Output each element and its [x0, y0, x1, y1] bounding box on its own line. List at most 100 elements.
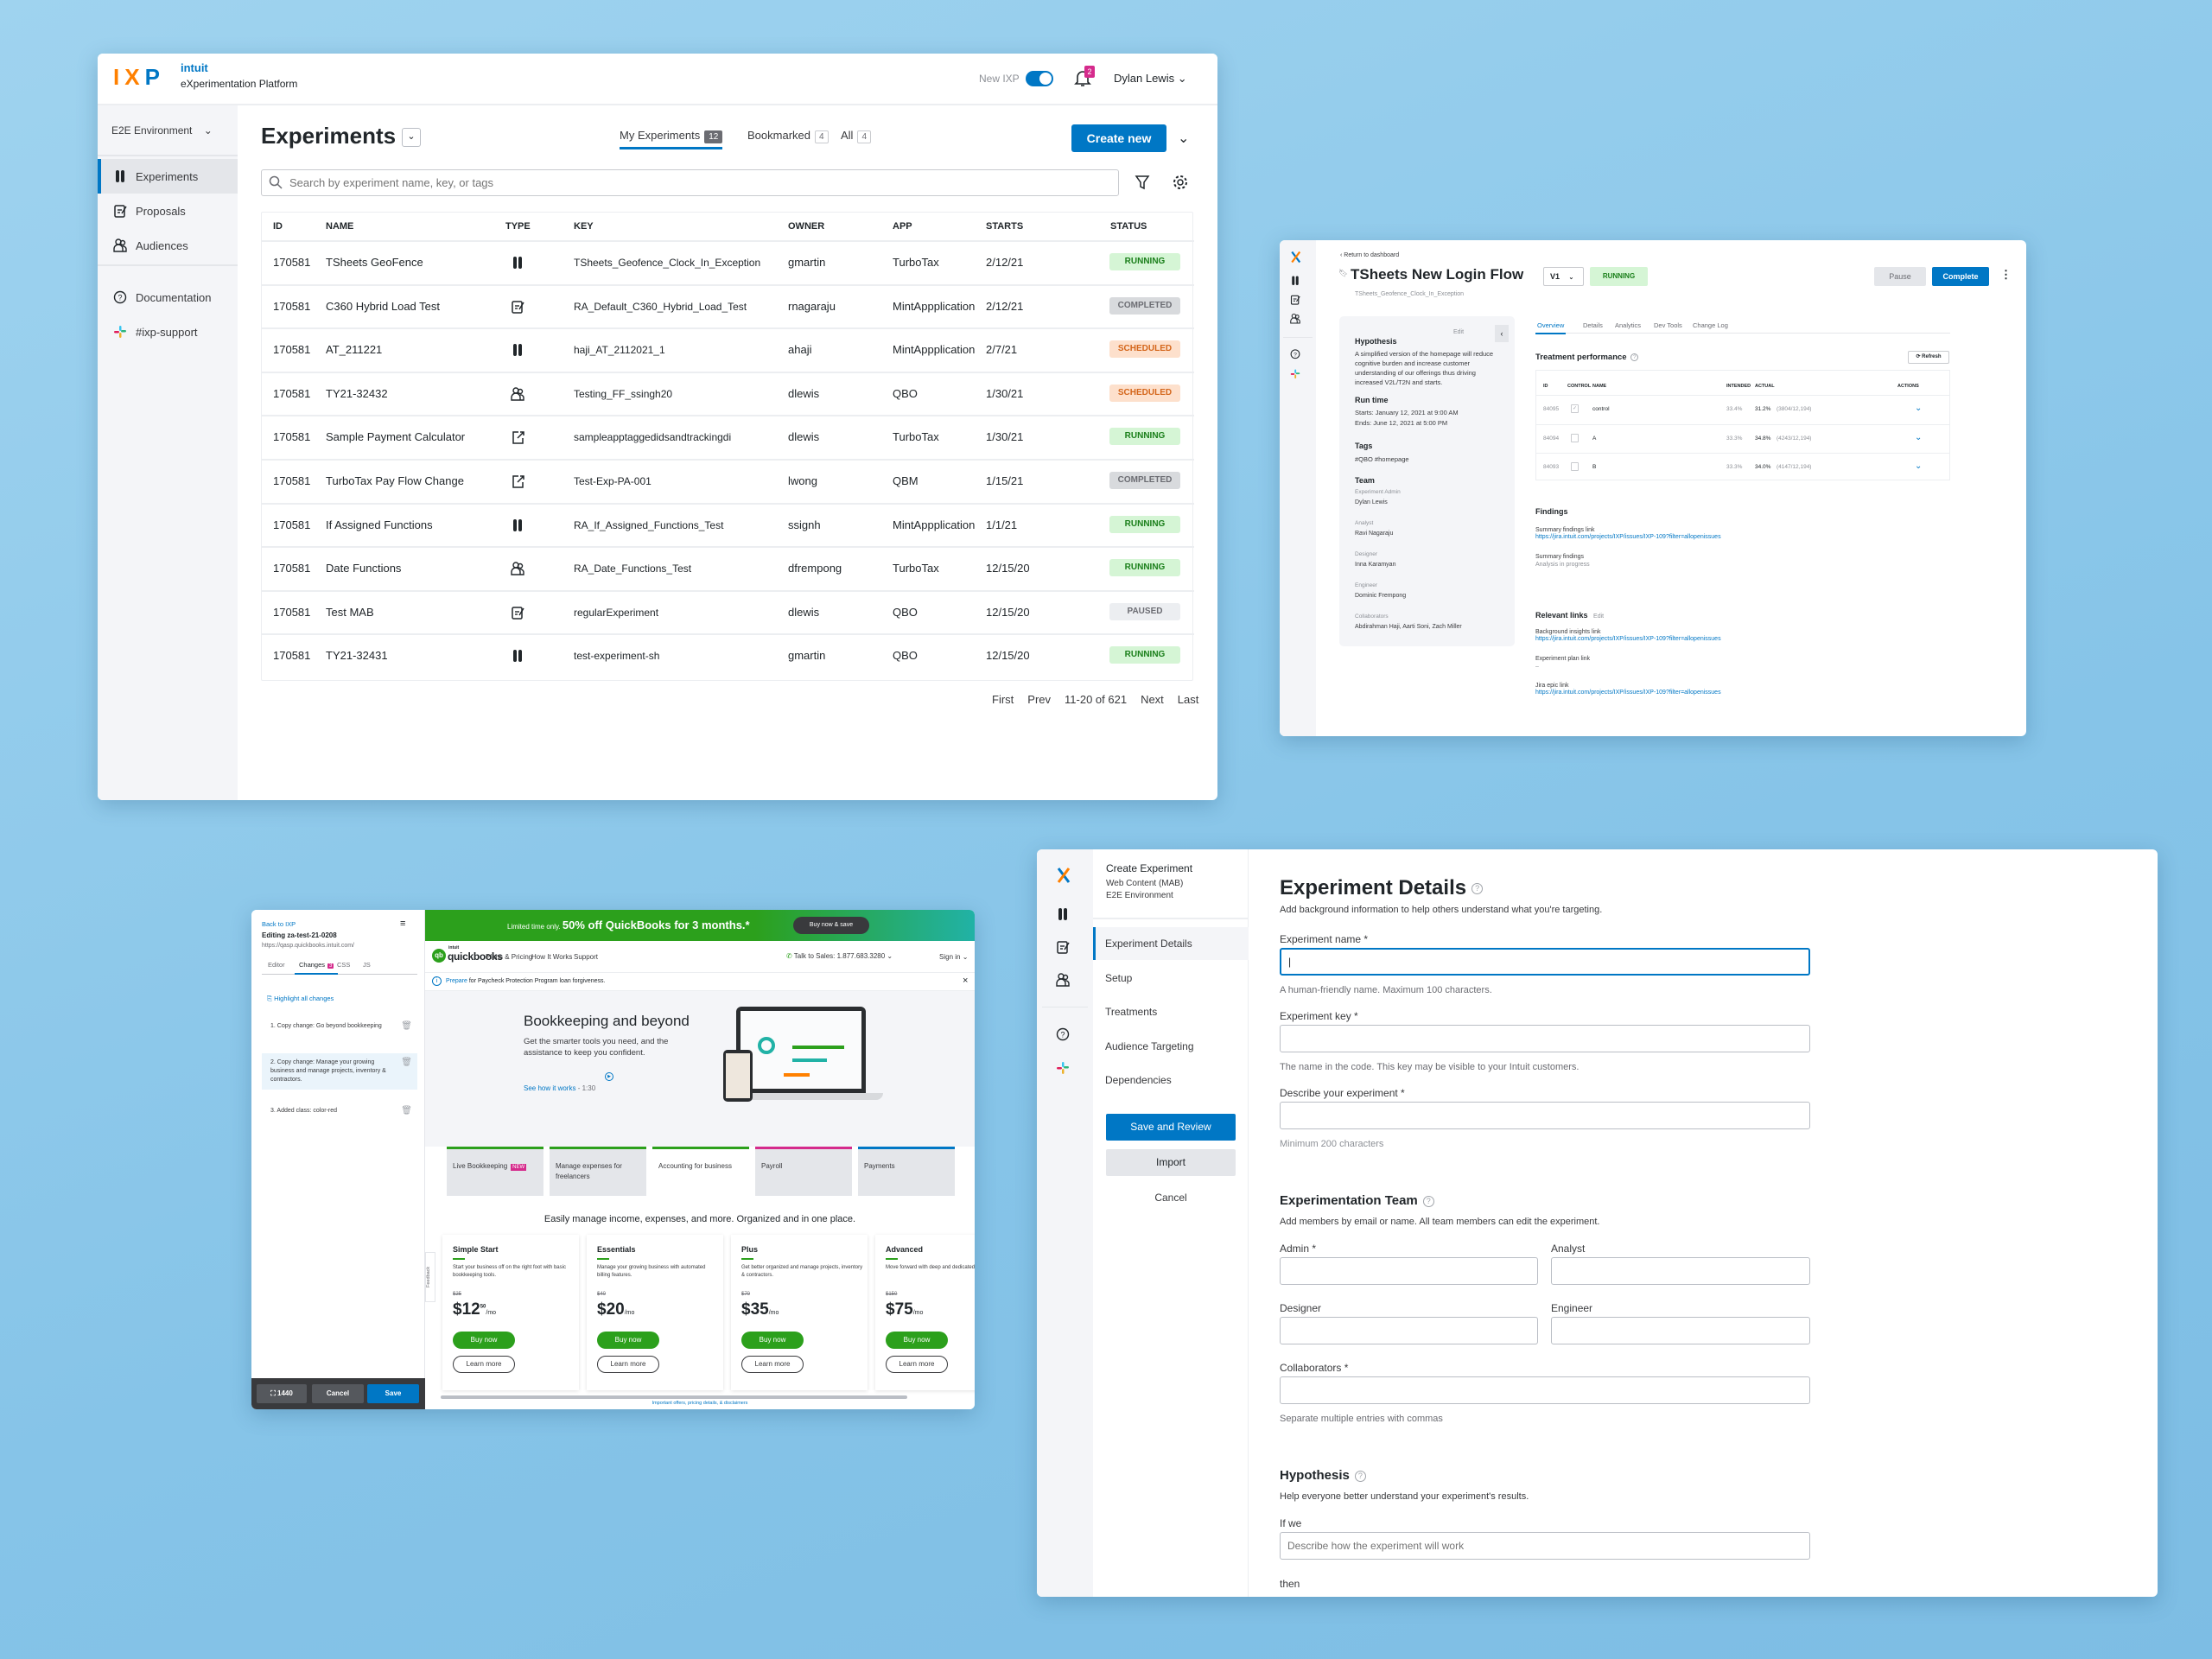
cancel-button[interactable]: Cancel: [312, 1384, 364, 1403]
expand-chevron-icon[interactable]: ⌄: [1915, 433, 1922, 442]
experiment-name-input[interactable]: |: [1280, 948, 1810, 976]
expand-chevron-icon[interactable]: ⌄: [1915, 404, 1922, 413]
return-to-dashboard-link[interactable]: ‹ Return to dashboard: [1340, 251, 1399, 260]
control-checkbox[interactable]: [1571, 462, 1579, 471]
proposal-icon[interactable]: [1290, 294, 1300, 306]
table-row[interactable]: 170581 If Assigned Functions RA_If_Assigne…: [262, 502, 1194, 547]
ixp-x-icon[interactable]: [1056, 867, 1071, 884]
talk-to-sales[interactable]: ✆ Talk to Sales: 1.877.683.3280 ⌄: [786, 952, 893, 960]
pause-button[interactable]: Pause: [1874, 267, 1926, 286]
tab-changes[interactable]: Changes 3: [295, 961, 339, 975]
column-header-starts[interactable]: STARTS: [986, 213, 1023, 240]
site-nav-2[interactable]: Support: [574, 953, 598, 961]
save-button[interactable]: Save: [367, 1384, 419, 1403]
filter-icon[interactable]: [1135, 175, 1150, 190]
slack-icon[interactable]: [1056, 1060, 1070, 1076]
column-header-type[interactable]: TYPE: [505, 213, 531, 240]
site-nav-1[interactable]: How It Works: [531, 953, 572, 961]
learn-more-button[interactable]: Learn more: [597, 1356, 659, 1373]
tab-my-experiments[interactable]: My Experiments 12: [620, 129, 723, 149]
cancel-button[interactable]: Cancel: [1106, 1185, 1236, 1211]
disclaimer-link[interactable]: Important offers, pricing details, & dis…: [425, 1401, 975, 1406]
next-page-link[interactable]: Next: [1141, 693, 1164, 706]
help-icon[interactable]: ?: [1471, 883, 1484, 895]
change-item[interactable]: 1. Copy change: Go beyond bookkeeping 🗑︎: [262, 1017, 417, 1036]
help-icon[interactable]: ?: [1630, 353, 1639, 361]
create-new-button[interactable]: Create new: [1071, 124, 1166, 152]
learn-more-button[interactable]: Learn more: [741, 1356, 804, 1373]
table-row[interactable]: 170581 C360 Hybrid Load Test RA_Default_C3…: [262, 283, 1194, 328]
create-options-chevron-icon[interactable]: ⌄: [1178, 130, 1189, 147]
tab-dev-tools[interactable]: Dev Tools: [1652, 321, 1684, 333]
bookmark-icon[interactable]: 🔖︎: [1338, 269, 1348, 278]
gear-icon[interactable]: [1172, 174, 1189, 191]
step-audience-targeting[interactable]: Audience Targeting: [1093, 1030, 1249, 1063]
product-tab[interactable]: Payments: [858, 1147, 955, 1196]
table-row[interactable]: 170581 Sample Payment Calculator sampleapp…: [262, 415, 1194, 459]
prev-page-link[interactable]: Prev: [1027, 693, 1051, 706]
field-link[interactable]: https://jira.intuit.com/projects/IXP/iss…: [1535, 534, 1721, 540]
step-treatments[interactable]: Treatments: [1093, 995, 1249, 1028]
table-row[interactable]: 170581 AT_211221 haji_AT_2112021_1 ahaji Min…: [262, 327, 1194, 372]
table-row[interactable]: 170581 Test MAB regularExperiment dlewis QBO…: [262, 589, 1194, 634]
step-dependencies[interactable]: Dependencies: [1093, 1064, 1249, 1096]
ixp-x-icon[interactable]: [1290, 251, 1302, 264]
tab-overview[interactable]: Overview: [1535, 321, 1567, 334]
close-icon[interactable]: ×: [963, 976, 968, 986]
change-item[interactable]: 2. Copy change: Manage your growing busi…: [262, 1053, 417, 1090]
slack-icon[interactable]: [1290, 368, 1300, 380]
help-icon[interactable]: ?: [1354, 1470, 1366, 1482]
sidebar-item-ixpsupport[interactable]: #ixp-support: [98, 315, 238, 349]
analyst-input[interactable]: [1551, 1257, 1810, 1285]
control-checkbox[interactable]: [1571, 433, 1579, 442]
step-setup[interactable]: Setup: [1093, 962, 1249, 995]
edit-link[interactable]: Edit: [1453, 328, 1464, 337]
tab-all[interactable]: All 4: [841, 129, 872, 143]
see-how-it-works-link[interactable]: See how it works: [524, 1084, 575, 1092]
buy-now-button[interactable]: Buy now: [741, 1332, 804, 1349]
table-row[interactable]: 170581 TurboTax Pay Flow Change Test-Exp-P…: [262, 459, 1194, 503]
refresh-button[interactable]: ⟳ Refresh: [1908, 351, 1949, 364]
table-row[interactable]: 170581 TSheets GeoFence TSheets_Geofence_C…: [262, 240, 1194, 284]
step-experiment-details[interactable]: Experiment Details: [1093, 927, 1249, 960]
column-header-name[interactable]: NAME: [326, 213, 353, 240]
panel-menu-icon[interactable]: ≡: [400, 918, 405, 929]
links-edit-link[interactable]: Edit: [1593, 613, 1604, 620]
title-dropdown-button[interactable]: ⌄: [402, 128, 421, 147]
trash-icon[interactable]: 🗑︎: [401, 1107, 412, 1116]
environment-select[interactable]: E2E Environment ⌄: [111, 124, 213, 137]
product-tab[interactable]: Payroll: [755, 1147, 852, 1196]
user-menu[interactable]: Dylan Lewis ⌄: [1114, 72, 1187, 86]
column-header-owner[interactable]: OWNER: [788, 213, 824, 240]
describe-textarea[interactable]: [1280, 1102, 1810, 1129]
control-checkbox[interactable]: ✓: [1571, 404, 1579, 413]
back-to-ixp-link[interactable]: Back to IXP: [262, 920, 296, 928]
if-we-input[interactable]: [1280, 1532, 1810, 1560]
product-tab[interactable]: Manage expenses for freelancers: [550, 1147, 646, 1196]
trash-icon[interactable]: 🗑︎: [401, 1022, 412, 1031]
learn-more-button[interactable]: Learn more: [453, 1356, 515, 1373]
buy-now-button[interactable]: Buy now: [597, 1332, 659, 1349]
play-icon[interactable]: ▶: [605, 1072, 613, 1081]
help-icon[interactable]: ?: [1422, 1195, 1434, 1207]
field-link[interactable]: https://jira.intuit.com/projects/IXP/iss…: [1535, 636, 1721, 642]
sidebar-item-audiences[interactable]: Audiences: [98, 228, 238, 263]
help-icon[interactable]: ?: [1056, 1027, 1070, 1042]
audience-icon[interactable]: [1056, 972, 1070, 988]
tab-editor[interactable]: Editor: [264, 961, 289, 973]
product-tab[interactable]: Live Bookkeeping NEW: [447, 1147, 543, 1196]
feedback-tab[interactable]: Feedback: [425, 1252, 435, 1302]
highlight-all-changes-link[interactable]: ⎘ Highlight all changes: [267, 995, 334, 1003]
tab-change-log[interactable]: Change Log: [1691, 321, 1730, 333]
field-link[interactable]: https://jira.intuit.com/projects/IXP/iss…: [1535, 690, 1721, 696]
change-item[interactable]: 3. Added class: color-red 🗑︎: [262, 1102, 417, 1121]
first-page-link[interactable]: First: [992, 693, 1014, 706]
tab-details[interactable]: Details: [1581, 321, 1605, 333]
save-and-review-button[interactable]: Save and Review: [1106, 1114, 1236, 1141]
import-button[interactable]: Import: [1106, 1149, 1236, 1176]
last-page-link[interactable]: Last: [1178, 693, 1199, 706]
learn-more-button[interactable]: Learn more: [886, 1356, 948, 1373]
audience-icon[interactable]: [1290, 313, 1300, 325]
tab-js[interactable]: JS: [359, 961, 375, 973]
admin-input[interactable]: [1280, 1257, 1538, 1285]
